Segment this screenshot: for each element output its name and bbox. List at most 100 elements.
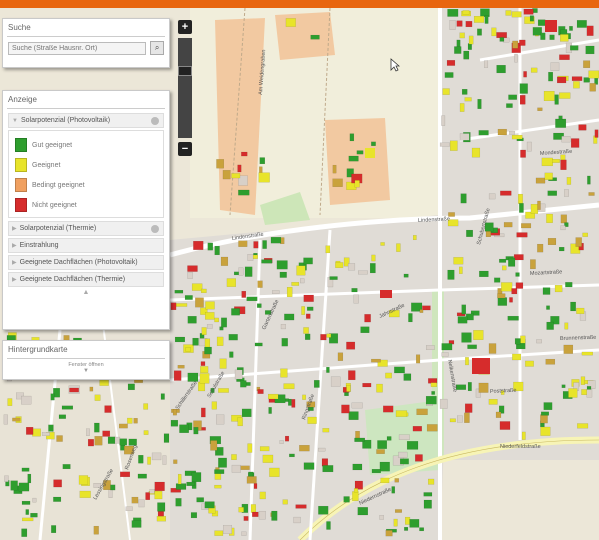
building-footprint (461, 304, 467, 315)
legend-swatch (15, 198, 27, 212)
building-footprint (326, 366, 330, 373)
building-footprint (204, 501, 215, 509)
building-footprint (306, 313, 311, 319)
building-footprint (241, 531, 247, 536)
building-footprint (461, 89, 468, 95)
building-footprint (583, 60, 591, 68)
search-button[interactable]: ⌕ (150, 41, 164, 55)
building-footprint (530, 67, 538, 73)
building-footprint (561, 136, 571, 143)
building-footprint (307, 306, 314, 311)
building-footprint (199, 373, 210, 384)
info-icon[interactable] (151, 225, 159, 233)
building-footprint (394, 509, 402, 513)
layer-irradiation[interactable]: ▶ Einstrahlung (8, 238, 164, 253)
building-footprint (358, 270, 368, 275)
building-footprint (211, 401, 217, 410)
building-footprint (348, 411, 359, 420)
building-footprint (351, 288, 358, 293)
building-footprint (79, 490, 91, 498)
building-footprint (441, 115, 446, 126)
building-footprint (50, 393, 55, 401)
building-footprint (560, 214, 567, 224)
building-footprint (172, 409, 177, 416)
layer-roofs-thermal[interactable]: ▶ Geeignete Dachflächen (Thermie) (8, 272, 164, 287)
building-footprint (559, 54, 570, 60)
zoom-slider-handle[interactable] (178, 66, 192, 76)
building-footprint (465, 21, 473, 28)
building-footprint (540, 32, 546, 40)
building-footprint (94, 436, 103, 446)
building-footprint (552, 159, 560, 163)
building-footprint (162, 455, 167, 465)
building-footprint (41, 432, 50, 436)
building-footprint (526, 141, 532, 152)
building-footprint (138, 455, 144, 464)
building-footprint (221, 317, 227, 328)
info-icon[interactable] (151, 117, 159, 125)
building-footprint (325, 245, 331, 254)
building-footprint (537, 243, 544, 253)
layer-solar-thermal[interactable]: ▶ Solarpotenzial (Thermie) (8, 221, 164, 236)
building-footprint (403, 373, 412, 381)
building-footprint (431, 391, 435, 395)
building-footprint (204, 346, 212, 355)
building-footprint (447, 8, 459, 17)
building-footprint (191, 283, 203, 291)
building-footprint (357, 507, 368, 516)
building-footprint (507, 315, 519, 321)
building-footprint (268, 407, 272, 414)
building-footprint (147, 456, 151, 465)
building-footprint (240, 380, 247, 388)
building-footprint (459, 266, 463, 274)
building-footprint (523, 71, 527, 78)
building-footprint (559, 246, 565, 252)
building-footprint (205, 312, 215, 320)
building-footprint (499, 258, 507, 263)
building-footprint (348, 155, 359, 162)
panel-collapse-icon[interactable]: ▲ (3, 289, 169, 296)
building-footprint (244, 266, 253, 277)
building-footprint (385, 530, 393, 537)
building-footprint (250, 504, 256, 513)
search-input[interactable] (8, 41, 147, 55)
expand-arrow-icon: ▶ (12, 277, 17, 283)
building-footprint (495, 411, 502, 418)
building-footprint (69, 387, 79, 393)
building-footprint (343, 496, 350, 503)
building-footprint (284, 313, 295, 321)
expand-down-icon[interactable]: ▼ (3, 368, 169, 374)
building-footprint (157, 502, 166, 512)
building-footprint (353, 488, 359, 493)
building-footprint (365, 148, 375, 158)
building-footprint (497, 293, 506, 299)
building-footprint (332, 178, 343, 187)
building-footprint (163, 433, 170, 443)
zoom-out-button[interactable]: − (178, 142, 192, 156)
layer-solar-pv[interactable]: ▼ Solarpotenzial (Photovoltaik) (8, 113, 164, 128)
building-footprint (285, 435, 290, 442)
building-footprint (576, 20, 587, 28)
building-footprint (564, 189, 569, 197)
layer-label: Solarpotenzial (Photovoltaik) (20, 117, 111, 124)
building-footprint (477, 28, 482, 36)
building-footprint (472, 358, 490, 374)
building-footprint (53, 496, 62, 502)
mouse-cursor-icon (390, 58, 400, 72)
building-footprint (537, 107, 543, 111)
layer-roofs-pv[interactable]: ▶ Geeignete Dachflächen (Photovoltaik) (8, 255, 164, 270)
building-footprint (561, 384, 566, 388)
building-footprint (380, 242, 385, 246)
building-footprint (354, 437, 365, 442)
building-footprint (222, 170, 231, 180)
building-footprint (216, 336, 224, 346)
building-footprint (356, 150, 364, 155)
building-footprint (258, 510, 266, 520)
building-footprint (453, 257, 464, 265)
building-footprint (413, 235, 417, 241)
building-footprint (457, 415, 463, 423)
zoom-in-button[interactable]: + (178, 20, 192, 34)
building-footprint (502, 265, 507, 271)
building-footprint (259, 157, 265, 165)
zoom-slider[interactable] (178, 38, 192, 138)
